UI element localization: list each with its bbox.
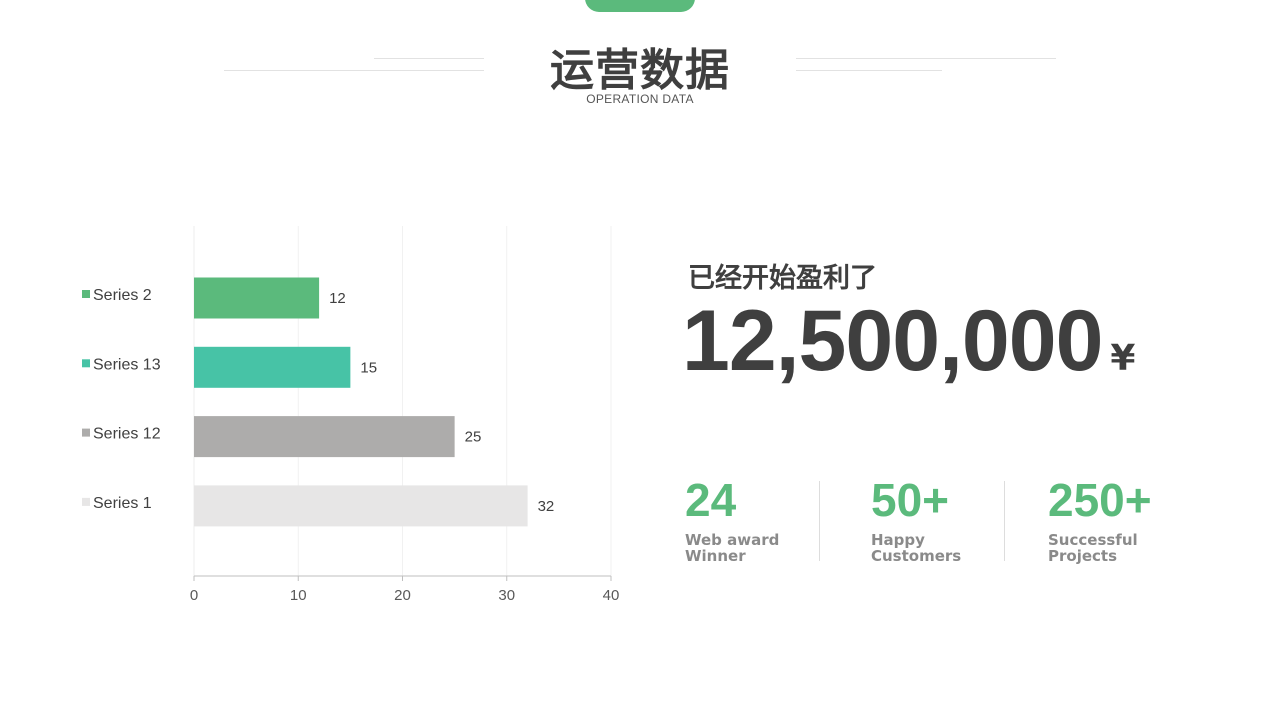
legend-marker bbox=[82, 290, 90, 298]
stat-label-line: Winner bbox=[685, 547, 746, 565]
profit-value: 12,500,000 bbox=[682, 293, 1103, 389]
x-tick-label: 30 bbox=[498, 587, 515, 604]
x-tick-label: 10 bbox=[290, 587, 307, 604]
bar bbox=[194, 277, 320, 319]
stat-label-line: Happy bbox=[871, 531, 925, 549]
category-label: Series 12 bbox=[93, 426, 161, 443]
stat-divider bbox=[819, 481, 820, 561]
category-label: Series 13 bbox=[93, 356, 161, 373]
category-label: Series 1 bbox=[93, 495, 152, 512]
bar bbox=[194, 346, 351, 388]
stat-number: 50+ bbox=[871, 474, 950, 526]
legend-marker bbox=[82, 497, 90, 506]
stat-divider bbox=[1004, 481, 1005, 561]
category-label: Series 2 bbox=[93, 287, 152, 304]
profit-label: 已经开始盈利了 bbox=[688, 263, 877, 294]
x-tick-label: 0 bbox=[190, 587, 198, 604]
stat-number: 24 bbox=[685, 474, 737, 526]
stat-successful-projects: 250+ Successful Projects bbox=[1048, 474, 1168, 564]
profit-figure: 12,500,000 ¥ bbox=[682, 292, 1135, 391]
x-tick-label: 20 bbox=[394, 587, 411, 604]
data-label: 12 bbox=[329, 290, 346, 307]
stat-label-line: Successful bbox=[1048, 531, 1138, 549]
bar bbox=[194, 485, 528, 527]
stat-web-award: 24 Web award Winner bbox=[685, 474, 805, 564]
data-label: 15 bbox=[360, 359, 377, 376]
data-label: 25 bbox=[465, 429, 482, 446]
stat-label: Happy Customers bbox=[871, 532, 991, 564]
stat-number: 250+ bbox=[1048, 474, 1152, 526]
data-label: 32 bbox=[538, 498, 555, 515]
currency-symbol: ¥ bbox=[1110, 338, 1136, 379]
stat-label-line: Customers bbox=[871, 547, 962, 565]
stat-label: Successful Projects bbox=[1048, 532, 1168, 564]
legend-marker bbox=[82, 428, 90, 437]
stat-label-line: Projects bbox=[1048, 547, 1118, 565]
bar bbox=[194, 416, 455, 458]
bar-chart: 0 10 20 30 40 12 Series 2 15 Series 13 25 Series 1… bbox=[82, 226, 620, 604]
stat-happy-customers: 50+ Happy Customers bbox=[871, 474, 991, 564]
legend-marker bbox=[82, 359, 90, 368]
stat-label-line: Web award bbox=[685, 531, 780, 549]
x-tick-label: 40 bbox=[603, 587, 620, 604]
stat-label: Web award Winner bbox=[685, 532, 805, 564]
